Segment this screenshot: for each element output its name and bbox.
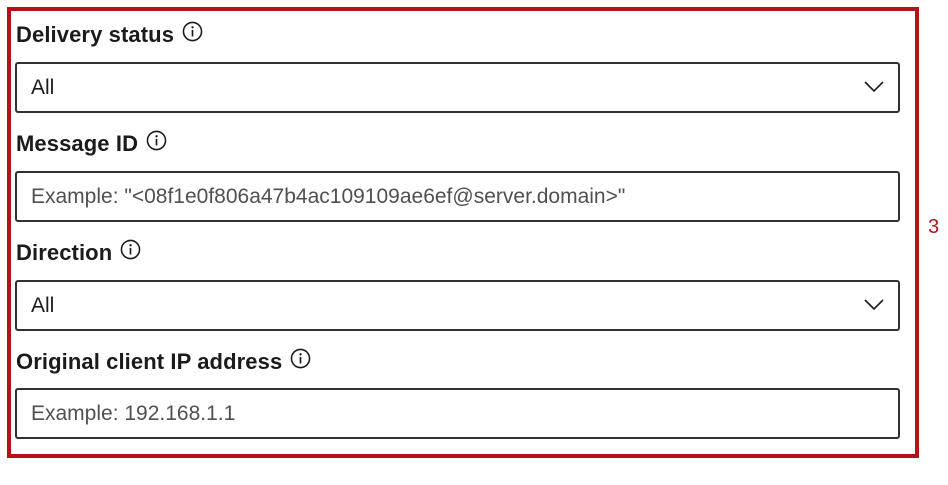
chevron-down-icon (864, 299, 884, 311)
delivery-status-label-text: Delivery status (16, 22, 175, 47)
chevron-down-icon (864, 81, 884, 93)
callout-number: 3 (928, 216, 940, 238)
direction-selected-value: All (31, 293, 55, 317)
message-id-input-box[interactable] (15, 171, 900, 222)
info-icon[interactable] (182, 21, 203, 42)
client-ip-label-text: Original client IP address (16, 349, 283, 374)
message-id-input[interactable] (17, 173, 898, 220)
direction-label-text: Direction (16, 240, 113, 265)
message-id-label-text: Message ID (16, 131, 139, 156)
delivery-status-dropdown[interactable]: All (15, 62, 900, 113)
info-icon[interactable] (146, 130, 167, 151)
direction-dropdown[interactable]: All (15, 280, 900, 331)
delivery-status-label: Delivery status (16, 21, 203, 48)
delivery-status-selected-value: All (31, 75, 55, 99)
client-ip-input-box[interactable] (15, 388, 900, 439)
info-icon[interactable] (290, 348, 311, 369)
client-ip-input[interactable] (17, 390, 898, 437)
direction-label: Direction (16, 239, 141, 266)
client-ip-label: Original client IP address (16, 348, 311, 375)
info-icon[interactable] (120, 239, 141, 260)
message-id-label: Message ID (16, 130, 167, 157)
